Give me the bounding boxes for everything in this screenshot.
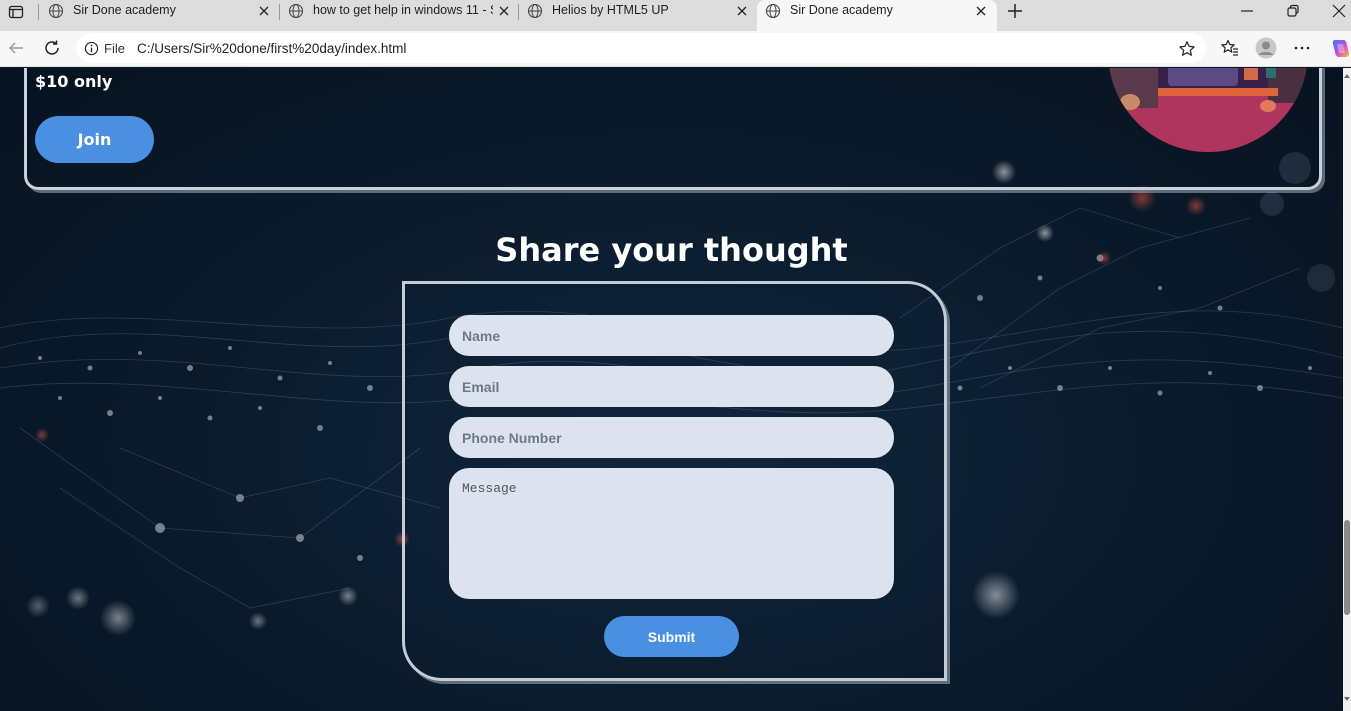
profile-icon[interactable] bbox=[1255, 37, 1277, 59]
globe-icon bbox=[765, 3, 781, 19]
browser-toolbar: File C:/Users/Sir%20done/first%20day/ind… bbox=[0, 31, 1351, 67]
tab-title: Sir Done academy bbox=[73, 3, 176, 17]
section-title: Share your thought bbox=[495, 231, 848, 269]
globe-icon bbox=[288, 3, 304, 19]
tab-2[interactable]: how to get help in windows 11 - S bbox=[280, 0, 518, 31]
scheme-label: File bbox=[104, 41, 125, 56]
tab-separator bbox=[38, 4, 39, 20]
globe-icon bbox=[48, 3, 64, 19]
new-tab-icon[interactable] bbox=[1005, 1, 1025, 21]
scroll-up-icon[interactable] bbox=[1344, 72, 1350, 80]
tab-title: Helios by HTML5 UP bbox=[552, 3, 669, 17]
submit-button[interactable]: Submit bbox=[604, 616, 739, 657]
tab-title: how to get help in windows 11 - S bbox=[313, 3, 493, 17]
close-icon[interactable] bbox=[735, 4, 749, 18]
page-viewport: $10 only Join Share your thought Name Em… bbox=[0, 68, 1343, 711]
back-icon[interactable] bbox=[7, 39, 25, 57]
email-input[interactable]: Email bbox=[449, 366, 894, 407]
info-icon[interactable] bbox=[84, 41, 99, 56]
page-scrollbar[interactable] bbox=[1343, 68, 1351, 711]
address-bar[interactable]: File C:/Users/Sir%20done/first%20day/ind… bbox=[76, 33, 1206, 63]
phone-input[interactable]: Phone Number bbox=[449, 417, 894, 458]
tab-strip: Sir Done academy how to get help in wind… bbox=[0, 0, 1351, 31]
url-text[interactable]: C:/Users/Sir%20done/first%20day/index.ht… bbox=[137, 41, 406, 56]
name-input[interactable]: Name bbox=[449, 315, 894, 356]
minimize-icon[interactable] bbox=[1239, 3, 1255, 19]
tab-title: Sir Done academy bbox=[790, 3, 893, 17]
copilot-icon[interactable] bbox=[1328, 38, 1350, 58]
close-icon[interactable] bbox=[974, 4, 988, 18]
scroll-down-icon[interactable] bbox=[1344, 695, 1350, 703]
message-textarea[interactable]: Message bbox=[449, 468, 894, 599]
refresh-icon[interactable] bbox=[43, 39, 61, 57]
tab-actions-icon[interactable] bbox=[6, 2, 26, 22]
restore-icon[interactable] bbox=[1285, 3, 1301, 19]
scroll-thumb[interactable] bbox=[1344, 520, 1350, 615]
tab-3[interactable]: Helios by HTML5 UP bbox=[519, 0, 757, 31]
close-icon[interactable] bbox=[497, 4, 511, 18]
join-button[interactable]: Join bbox=[35, 116, 154, 163]
globe-icon bbox=[527, 3, 543, 19]
tab-1[interactable]: Sir Done academy bbox=[40, 0, 278, 31]
close-icon[interactable] bbox=[257, 4, 271, 18]
tab-4-active[interactable]: Sir Done academy bbox=[757, 0, 997, 31]
star-icon[interactable] bbox=[1178, 40, 1196, 58]
more-icon[interactable] bbox=[1292, 38, 1312, 58]
price-text: $10 only bbox=[35, 72, 113, 91]
window-close-icon[interactable] bbox=[1331, 3, 1347, 19]
favorites-icon[interactable] bbox=[1220, 38, 1240, 58]
